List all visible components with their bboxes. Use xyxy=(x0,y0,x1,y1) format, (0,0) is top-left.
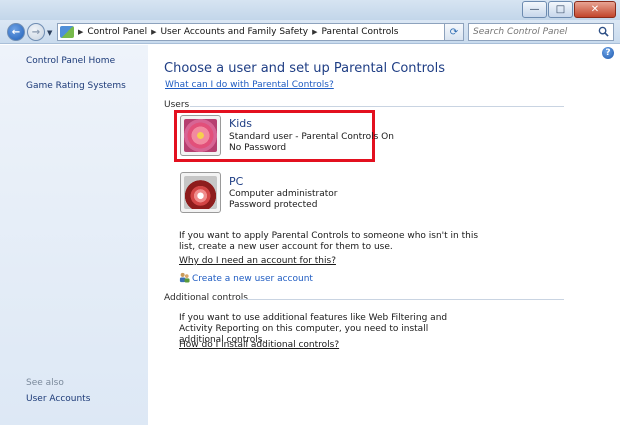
section-divider xyxy=(239,299,564,300)
control-panel-icon xyxy=(60,26,74,38)
user-tile-kids[interactable]: Kids Standard user - Parental Controls O… xyxy=(174,110,394,162)
search-icon[interactable] xyxy=(598,26,609,37)
why-need-account-link[interactable]: Why do I need an account for this? xyxy=(179,256,336,267)
navigation-bar: ← → ▼ ▶ Control Panel ▶ User Accounts an… xyxy=(0,20,620,44)
back-arrow-icon: ← xyxy=(11,26,21,38)
breadcrumb-control-panel[interactable]: Control Panel xyxy=(87,27,147,37)
user-accounts-link[interactable]: User Accounts xyxy=(26,394,90,404)
address-bar[interactable]: ▶ Control Panel ▶ User Accounts and Fami… xyxy=(57,23,462,41)
forward-arrow-icon: → xyxy=(31,26,41,38)
additional-controls-section-label: Additional controls xyxy=(164,293,248,303)
close-button[interactable]: ✕ xyxy=(574,1,616,18)
user-password-status: No Password xyxy=(229,143,287,153)
search-input[interactable] xyxy=(473,27,595,37)
breadcrumb-user-accounts[interactable]: User Accounts and Family Safety xyxy=(160,27,308,37)
what-can-i-do-link[interactable]: What can I do with Parental Controls? xyxy=(165,80,334,90)
create-new-user-account-link[interactable]: Create a new user account xyxy=(192,274,313,284)
game-rating-systems-link[interactable]: Game Rating Systems xyxy=(26,81,126,91)
help-icon[interactable]: ? xyxy=(602,47,614,59)
control-panel-home-link[interactable]: Control Panel Home xyxy=(26,56,115,66)
create-account-row[interactable]: Create a new user account xyxy=(179,272,313,285)
user-name: Kids xyxy=(229,117,252,130)
chevron-right-icon[interactable]: ▶ xyxy=(312,28,317,36)
window-buttons: — □ ✕ xyxy=(521,1,616,18)
see-also-label: See also xyxy=(26,378,64,388)
title-bar: — □ ✕ xyxy=(0,0,620,20)
close-icon: ✕ xyxy=(590,4,600,15)
refresh-button[interactable]: ⟳ xyxy=(444,23,464,41)
minimize-button[interactable]: — xyxy=(522,1,547,18)
add-user-icon xyxy=(179,272,190,283)
search-box[interactable] xyxy=(468,23,614,41)
refresh-icon: ⟳ xyxy=(449,26,459,38)
chevron-right-icon: ▶ xyxy=(78,28,84,36)
breadcrumb-parental-controls[interactable]: Parental Controls xyxy=(322,27,399,37)
crane-avatar-icon xyxy=(184,176,217,209)
avatar xyxy=(180,115,221,156)
page-title: Choose a user and set up Parental Contro… xyxy=(164,61,446,76)
avatar xyxy=(180,172,221,213)
section-divider xyxy=(190,106,564,107)
back-button[interactable]: ← xyxy=(7,23,25,41)
chevron-down-icon: ▼ xyxy=(47,29,53,37)
left-task-pane: Control Panel Home Game Rating Systems S… xyxy=(0,45,148,425)
install-additional-controls-link[interactable]: How do I install additional controls? xyxy=(179,340,339,351)
main-content: ? Choose a user and set up Parental Cont… xyxy=(148,45,620,425)
minimize-icon: — xyxy=(529,4,540,15)
user-tile-pc[interactable]: PC Computer administrator Password prote… xyxy=(176,172,376,216)
recent-pages-dropdown[interactable]: ▼ xyxy=(47,29,52,37)
forward-button[interactable]: → xyxy=(27,23,45,41)
flower-avatar-icon xyxy=(184,119,217,152)
maximize-icon: □ xyxy=(555,4,566,15)
apply-instructions: If you want to apply Parental Controls t… xyxy=(179,231,479,252)
user-type: Computer administrator xyxy=(229,189,338,199)
user-type: Standard user - Parental Controls On xyxy=(229,132,394,142)
user-password-status: Password protected xyxy=(229,200,318,210)
maximize-button[interactable]: □ xyxy=(548,1,573,18)
chevron-right-icon[interactable]: ▶ xyxy=(151,28,156,36)
users-section-label: Users xyxy=(164,100,190,110)
user-name: PC xyxy=(229,175,244,188)
